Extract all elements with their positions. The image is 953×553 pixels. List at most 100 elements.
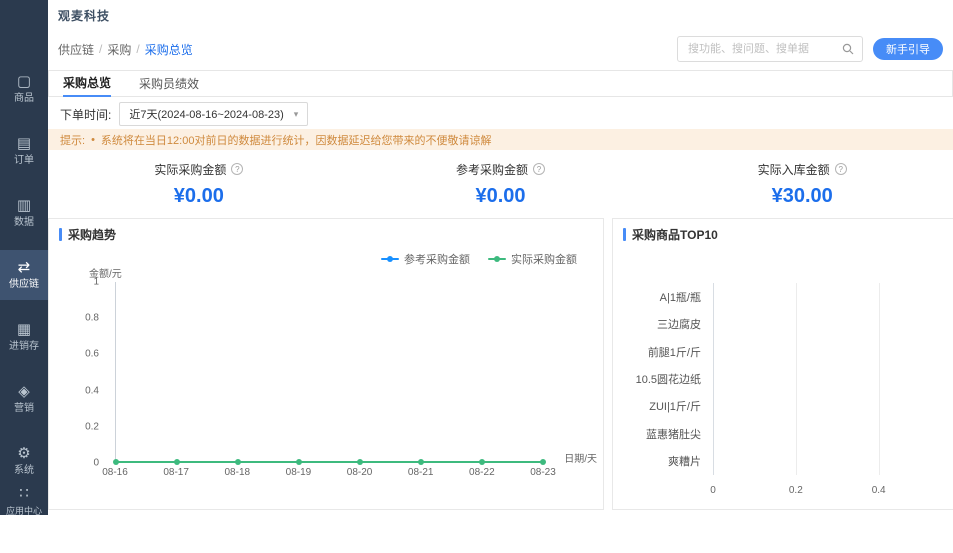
- legend-label: 实际采购金额: [511, 251, 577, 267]
- metric-actual-inbound: 实际入库金额 ? ¥30.00: [651, 155, 953, 213]
- page-header: 供应链 / 采购 / 采购总览 新手引导: [48, 34, 953, 64]
- info-icon[interactable]: ?: [835, 163, 847, 175]
- info-icon[interactable]: ?: [231, 163, 243, 175]
- sidebar-item-label: 应用中心: [6, 505, 42, 517]
- panel-header: 采购商品TOP10: [613, 219, 953, 249]
- sidebar-item-label: 进销存: [9, 341, 39, 353]
- metric-label: 实际入库金额: [758, 161, 830, 178]
- trend-chart: 参考采购金额 实际采购金额 金额/元 1 0.8 0.6 0.4 0.2: [49, 249, 603, 509]
- data-point: [357, 459, 363, 465]
- y-tick: 0: [93, 458, 99, 469]
- y-tick: 0.8: [85, 313, 99, 324]
- panel-header: 采购趋势: [49, 219, 603, 249]
- title-bar-marker: [623, 228, 626, 241]
- x-tick: 08-22: [469, 467, 495, 478]
- category-label: 蓝惠猪肚尖: [613, 426, 713, 442]
- data-icon: ▥: [17, 198, 31, 214]
- x-axis-ticks: 0 0.2 0.4: [713, 485, 945, 497]
- order-time-label: 下单时间:: [60, 106, 111, 123]
- x-tick: 0.4: [872, 485, 886, 496]
- newbie-guide-button[interactable]: 新手引导: [873, 38, 943, 60]
- metric-label: 参考采购金额: [456, 161, 528, 178]
- legend-item-actual[interactable]: 实际采购金额: [488, 251, 577, 267]
- search-box[interactable]: [677, 36, 863, 62]
- topbar: 观麦科技: [48, 0, 953, 30]
- breadcrumb-current: 采购总览: [145, 41, 193, 58]
- data-point: [296, 459, 302, 465]
- y-tick: 0.2: [85, 421, 99, 432]
- x-tick: 08-23: [530, 467, 556, 478]
- date-range-select[interactable]: 近7天(2024-08-16~2024-08-23) ▾: [119, 102, 308, 126]
- category-label: A|1瓶/瓶: [613, 289, 713, 305]
- sidebar-item-label: 供应链: [9, 279, 39, 291]
- sidebar-item-marketing[interactable]: ◈ 营销: [0, 374, 48, 424]
- x-tick: 08-21: [408, 467, 434, 478]
- data-point: [418, 459, 424, 465]
- search-icon[interactable]: [842, 43, 854, 55]
- sidebar-item-products[interactable]: ▢ 商品: [0, 64, 48, 114]
- metric-actual-purchase: 实际采购金额 ? ¥0.00: [48, 155, 350, 213]
- search-input[interactable]: [686, 42, 842, 56]
- sidebar-item-label: 营销: [14, 403, 34, 415]
- x-tick: 08-20: [347, 467, 373, 478]
- category-label: 前腿1斤/斤: [613, 344, 713, 360]
- metric-reference-purchase: 参考采购金额 ? ¥0.00: [350, 155, 652, 213]
- legend-label: 参考采购金额: [404, 251, 470, 267]
- metric-value: ¥0.00: [174, 185, 224, 208]
- x-tick: 0: [710, 485, 716, 496]
- tab-purchase-overview[interactable]: 采购总览: [63, 70, 111, 97]
- x-axis-ticks: 08-16 08-17 08-18 08-19 08-20 08-21 08-2…: [115, 467, 543, 481]
- purchase-trend-panel: 采购趋势 参考采购金额 实际采购金额 金额/元: [48, 218, 604, 510]
- panel-title: 采购商品TOP10: [632, 226, 718, 243]
- x-tick: 08-16: [102, 467, 128, 478]
- legend-item-reference[interactable]: 参考采购金额: [381, 251, 470, 267]
- y-tick: 1: [93, 277, 99, 288]
- breadcrumb-separator: /: [136, 42, 139, 56]
- y-tick: 0.6: [85, 349, 99, 360]
- data-point: [235, 459, 241, 465]
- marketing-icon: ◈: [18, 384, 30, 400]
- data-point: [479, 459, 485, 465]
- sidebar-item-data[interactable]: ▥ 数据: [0, 188, 48, 238]
- top10-panel: 采购商品TOP10 A|1瓶/瓶 三边腐皮 前腿1斤/斤 10.5圆花边纸 ZU…: [612, 218, 953, 510]
- legend-marker-green: [488, 258, 506, 260]
- y-tick: 0.4: [85, 385, 99, 396]
- notice-bar: 提示: • 系统将在当日12:00对前日的数据进行统计，因数据延迟给您带来的不便…: [48, 129, 953, 150]
- app-root: ▢ 商品 ▤ 订单 ▥ 数据 ⇄ 供应链 ▦ 进销存 ◈ 营销: [0, 0, 953, 515]
- tab-purchaser-performance[interactable]: 采购员绩效: [139, 71, 199, 96]
- orders-icon: ▤: [17, 136, 31, 152]
- category-labels: A|1瓶/瓶 三边腐皮 前腿1斤/斤 10.5圆花边纸 ZUI|1斤/斤 蓝惠猪…: [613, 283, 713, 475]
- sidebar-item-app-center[interactable]: ∷ 应用中心: [0, 486, 48, 517]
- metric-label-row: 参考采购金额 ?: [456, 161, 545, 178]
- info-icon[interactable]: ?: [533, 163, 545, 175]
- x-tick: 08-18: [224, 467, 250, 478]
- y-axis-ticks: 1 0.8 0.6 0.4 0.2 0: [49, 282, 107, 463]
- metric-label-row: 实际采购金额 ?: [154, 161, 243, 178]
- title-bar-marker: [59, 228, 62, 241]
- x-tick: 08-17: [163, 467, 189, 478]
- category-label: ZUI|1斤/斤: [613, 398, 713, 414]
- top10-chart: A|1瓶/瓶 三边腐皮 前腿1斤/斤 10.5圆花边纸 ZUI|1斤/斤 蓝惠猪…: [613, 249, 953, 509]
- legend-marker-blue: [381, 258, 399, 260]
- metric-label: 实际采购金额: [154, 161, 226, 178]
- date-range-value: 近7天(2024-08-16~2024-08-23): [129, 106, 283, 122]
- sidebar-item-orders[interactable]: ▤ 订单: [0, 126, 48, 176]
- sidebar-item-supply-chain[interactable]: ⇄ 供应链: [0, 250, 48, 300]
- app-logo: 观麦科技: [58, 7, 110, 24]
- sidebar-item-system[interactable]: ⚙ 系统: [0, 436, 48, 486]
- metric-value: ¥0.00: [475, 185, 525, 208]
- filter-row: 下单时间: 近7天(2024-08-16~2024-08-23) ▾: [60, 102, 308, 126]
- sidebar-item-label: 系统: [14, 465, 34, 477]
- main-content: 观麦科技 供应链 / 采购 / 采购总览 新手引导 采购总览 采购员绩效 下单时…: [48, 0, 953, 515]
- sidebar-item-inventory[interactable]: ▦ 进销存: [0, 312, 48, 362]
- x-axis-title: 日期/天: [564, 450, 597, 465]
- breadcrumb-supply-chain[interactable]: 供应链: [58, 41, 94, 58]
- chart-legend: 参考采购金额 实际采购金额: [49, 251, 603, 267]
- breadcrumb-purchase[interactable]: 采购: [107, 41, 131, 58]
- trend-plot-area: [115, 282, 543, 463]
- notice-bullet: •: [91, 134, 95, 146]
- data-point: [540, 459, 546, 465]
- x-tick: 08-19: [286, 467, 312, 478]
- sidebar: ▢ 商品 ▤ 订单 ▥ 数据 ⇄ 供应链 ▦ 进销存 ◈ 营销: [0, 0, 48, 515]
- metric-label-row: 实际入库金额 ?: [758, 161, 847, 178]
